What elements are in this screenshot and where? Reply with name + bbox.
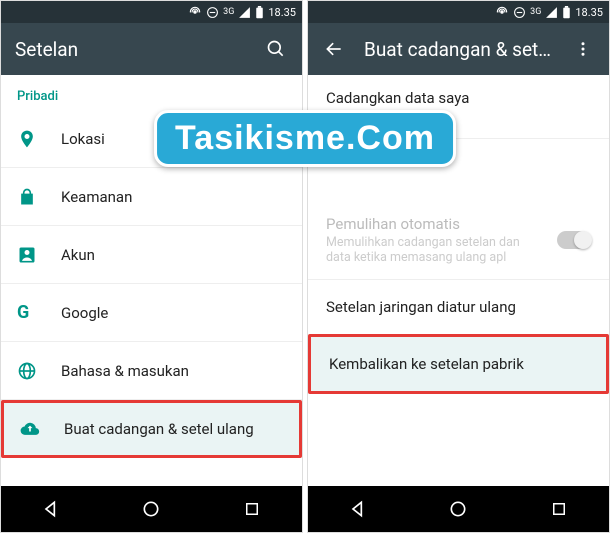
backup-data-status: Nonaktif [326, 109, 591, 124]
page-title: Buat cadangan & setel ul.. [364, 38, 561, 61]
battery-icon [562, 6, 571, 19]
item-label: Bahasa & masukan [61, 362, 189, 380]
network-type: 3G [223, 7, 234, 17]
nav-home-button[interactable] [428, 494, 488, 524]
item-label: Buat cadangan & setel ulang [64, 420, 254, 438]
clock: 18.35 [575, 6, 603, 19]
settings-item-google[interactable]: G Google [1, 284, 302, 342]
backup-data-item[interactable]: Cadangkan data saya Nonaktif [308, 75, 609, 139]
google-icon: G [17, 302, 61, 323]
user-icon [17, 245, 61, 265]
back-arrow-icon[interactable] [322, 37, 346, 61]
backup-icon [20, 419, 64, 439]
factory-reset-item[interactable]: Kembalikan ke setelan pabrik [308, 334, 609, 394]
more-icon[interactable] [571, 37, 595, 61]
screen-backup-reset: 3G 18.35 Buat cadangan & setel ul.. Cada… [307, 0, 610, 533]
navigation-bar [1, 486, 302, 532]
section-header-pribadi: Pribadi [1, 75, 302, 110]
backup-data-title: Cadangkan data saya [326, 89, 591, 107]
auto-restore-toggle [557, 231, 591, 249]
settings-list: Pribadi Lokasi Keamanan Akun G Google Ba… [1, 75, 302, 486]
nav-recent-button[interactable] [529, 494, 589, 524]
auto-restore-title: Pemulihan otomatis [326, 215, 547, 233]
settings-item-keamanan[interactable]: Keamanan [1, 168, 302, 226]
item-label: Lokasi [61, 130, 105, 148]
screen-settings-main: 3G 18.35 Setelan Pribadi Lokasi Keamanan… [0, 0, 303, 533]
item-label: Keamanan [61, 188, 132, 206]
nav-back-button[interactable] [21, 494, 81, 524]
signal-icon [545, 6, 558, 19]
network-type: 3G [530, 7, 541, 17]
header-backup-reset: Buat cadangan & setel ul.. [308, 23, 609, 75]
status-bar: 3G 18.35 [1, 1, 302, 23]
search-icon[interactable] [264, 37, 288, 61]
auto-restore-item: Pemulihan otomatis Memulihkan cadangan s… [308, 201, 609, 280]
nav-recent-button[interactable] [222, 494, 282, 524]
signal-icon [238, 6, 251, 19]
item-label: Google [61, 304, 108, 322]
auto-restore-desc: Memulihkan cadangan setelan dan data ket… [326, 235, 547, 265]
hotspot-icon [495, 5, 509, 19]
nav-home-button[interactable] [121, 494, 181, 524]
do-not-disturb-icon [206, 6, 219, 19]
battery-icon [255, 6, 264, 19]
hotspot-icon [188, 5, 202, 19]
nav-back-button[interactable] [328, 494, 388, 524]
backup-reset-content: Cadangkan data saya Nonaktif Pemulihan o… [308, 75, 609, 486]
do-not-disturb-icon [513, 6, 526, 19]
navigation-bar [308, 486, 609, 532]
clock: 18.35 [268, 6, 296, 19]
settings-item-lokasi[interactable]: Lokasi [1, 110, 302, 168]
item-label: Akun [61, 246, 95, 264]
settings-item-bahasa[interactable]: Bahasa & masukan [1, 342, 302, 400]
header-settings: Setelan [1, 23, 302, 75]
lock-icon [17, 187, 61, 207]
settings-item-backup-reset[interactable]: Buat cadangan & setel ulang [1, 400, 302, 458]
location-icon [17, 129, 61, 149]
status-bar: 3G 18.35 [308, 1, 609, 23]
network-reset-item[interactable]: Setelan jaringan diatur ulang [308, 280, 609, 334]
globe-icon [17, 361, 61, 381]
page-title: Setelan [15, 38, 264, 61]
settings-item-akun[interactable]: Akun [1, 226, 302, 284]
